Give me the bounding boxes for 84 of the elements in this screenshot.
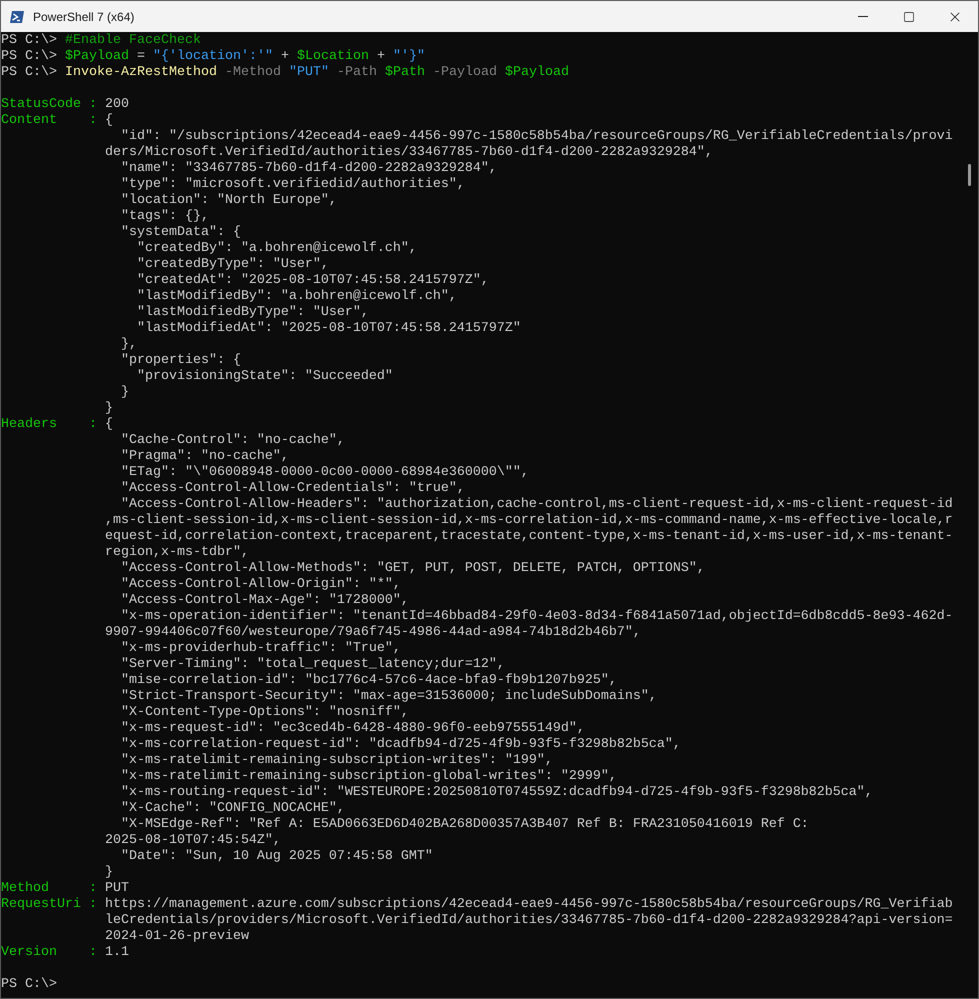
output-line: "X-MSEdge-Ref": "Ref A: E5AD0663ED6D402BA268D00357A3B407 Ref B: FRA231050416019 Ref C: (120, 817, 809, 833)
output-line: 2024-01-26-preview (104, 929, 249, 945)
property-value: 200 (104, 97, 129, 113)
prompt: PS C:\> (1, 977, 57, 993)
output-line: "Strict-Transport-Security": "max-age=31536000; includeSubDomains", (120, 689, 657, 705)
output-line: "tags": {}, (120, 209, 209, 225)
output-line: "Access-Control-Allow-Credentials": "true", (120, 481, 465, 497)
prompt: PS C:\> (1, 49, 57, 65)
property-label: Content : (1, 113, 97, 129)
property-label: Headers : (1, 417, 97, 433)
property-label: StatusCode : (1, 97, 97, 113)
output-line: "createdBy": "a.bohren@icewolf.ch", (136, 241, 417, 257)
string-literal: "'}" (392, 49, 425, 65)
output-line: "name": "33467785-7b60-d1f4-d200-2282a9329284", (120, 161, 497, 177)
output-line: "ETag": "\"06008948-0000-0c00-0000-68984e360000\"", (120, 465, 529, 481)
output-line: "Server-Timing": "total_request_latency;dur=12", (120, 657, 505, 673)
property-label: Method : (1, 881, 97, 897)
output-line: leCredentials/providers/Microsoft.VerifiedId/authorities/33467785-7b60-d1f4-d200-2282a9329284?api-version= (104, 913, 953, 929)
output-line: "X-Content-Type-Options": "nosniff", (120, 705, 409, 721)
output-line: "x-ms-ratelimit-remaining-subscription-global-writes": "2999", (120, 769, 617, 785)
string-literal: "PUT" (288, 65, 329, 81)
prompt: PS C:\> (1, 65, 57, 81)
output-line: "systemData": { (120, 225, 241, 241)
output-line: "lastModifiedBy": "a.bohren@icewolf.ch", (136, 289, 457, 305)
output-line: "Pragma": "no-cache", (120, 449, 289, 465)
output-line: "Access-Control-Allow-Origin": "*", (120, 577, 401, 593)
output-line: "location": "North Europe", (120, 193, 337, 209)
output-line: "Access-Control-Allow-Headers": "authorization,cache-control,ms-client-request-id,x-ms-client-request-id (120, 497, 953, 513)
cmdlet-name: Invoke-AzRestMethod (64, 65, 217, 81)
output-line: "Access-Control-Max-Age": "1728000", (120, 593, 409, 609)
property-label: Version : (1, 945, 97, 961)
output-line: } (104, 401, 113, 417)
operator: + (376, 49, 385, 65)
variable: $Location (296, 49, 369, 65)
output-line: "createdAt": "2025-08-10T07:45:58.2415797Z", (136, 273, 489, 289)
parameter-name: -Payload (432, 65, 497, 81)
comment: #Enable FaceCheck (64, 33, 201, 49)
string-literal: "{'location':'" (152, 49, 273, 65)
output-line: region,x-ms-tdbr", (104, 545, 249, 561)
parameter-name: -Path (336, 65, 377, 81)
output-line: "x-ms-correlation-request-id": "dcadfb94-d725-4f9b-93f5-f3298b82b5ca", (120, 737, 681, 753)
property-value: { (104, 417, 113, 433)
output-line: "x-ms-routing-request-id": "WESTEUROPE:20250810T074559Z:dcadfb94-d725-4f9b-93f5-f3298b82b5ca", (120, 785, 873, 801)
property-value: 1.1 (104, 945, 129, 961)
output-line: }, (120, 337, 137, 353)
variable: $Payload (64, 49, 129, 65)
output-line: "type": "microsoft.verifiedid/authorities", (120, 177, 465, 193)
property-value: PUT (104, 881, 129, 897)
output-line: 9907-994406c07f60/westeurope/79a6f745-4986-44ad-a984-74b18d2b46b7", (104, 625, 641, 641)
parameter-name: -Method (224, 65, 281, 81)
output-line: "x-ms-operation-identifier": "tenantId=46bbad84-29f0-4e03-8d34-f6841a5071ad,objectId=6db8cdd5-8e93-462d- (120, 609, 953, 625)
output-line: "lastModifiedByType": "User", (136, 305, 369, 321)
output-line: "x-ms-ratelimit-remaining-subscription-writes": "199", (120, 753, 553, 769)
output-line: "x-ms-providerhub-traffic": "True", (120, 641, 401, 657)
output-line: "createdByType": "User", (136, 257, 329, 273)
output-line: "Access-Control-Allow-Methods": "GET, PUT, POST, DELETE, PATCH, OPTIONS", (120, 561, 705, 577)
output-line: "X-Cache": "CONFIG_NOCACHE", (120, 801, 345, 817)
property-value: { (104, 113, 113, 129)
output-line: "x-ms-request-id": "ec3ced4b-6428-4880-96f0-eeb97555149d", (120, 721, 585, 737)
output-line: equest-id,correlation-context,traceparent,tracestate,content-type,x-ms-tenant-id,x-ms-user-id,x-ms-tenant- (104, 529, 953, 545)
operator: + (280, 49, 289, 65)
variable: $Path (384, 65, 425, 81)
terminal-icon (9, 8, 25, 24)
property-label: RequestUri : (1, 897, 97, 913)
prompt: PS C:\> (1, 33, 57, 49)
maximize-icon (903, 10, 915, 22)
operator: = (136, 49, 145, 65)
output-line: "id": "/subscriptions/42ecead4-eae9-4456-997c-1580c58b54ba/resourceGroups/RG_VerifiableCredentials/provi (120, 129, 953, 145)
output-line: 2025-08-10T07:45:54Z", (104, 833, 281, 849)
output-line: } (120, 385, 129, 401)
property-value: https://management.azure.com/subscriptions/42ecead4-eae9-4456-997c-1580c58b54ba/resourceGroups/RG_Verifiab (104, 897, 953, 913)
scrollbar-thumb[interactable] (968, 164, 971, 186)
output-line: ,ms-client-session-id,x-ms-client-session-id,x-ms-correlation-id,x-ms-command-name,x-ms-effective-locale,r (104, 513, 953, 529)
minimize-icon (858, 16, 868, 17)
output-line: "lastModifiedAt": "2025-08-10T07:45:58.2415797Z" (136, 321, 521, 337)
window-title: PowerShell 7 (x64) (33, 8, 134, 26)
output-line: "Cache-Control": "no-cache", (120, 433, 345, 449)
output-line: ders/Microsoft.VerifiedId/authorities/33467785-7b60-d1f4-d200-2282a9329284", (104, 145, 713, 161)
output-line: "mise-correlation-id": "bc1776c4-57c6-4ace-bfa9-fb9b1207b925", (120, 673, 617, 689)
output-line: "properties": { (120, 353, 241, 369)
output-line: } (104, 865, 113, 881)
variable: $Payload (504, 65, 569, 81)
output-line: "provisioningState": "Succeeded" (136, 369, 393, 385)
output-line: "Date": "Sun, 10 Aug 2025 07:45:58 GMT" (120, 849, 433, 865)
